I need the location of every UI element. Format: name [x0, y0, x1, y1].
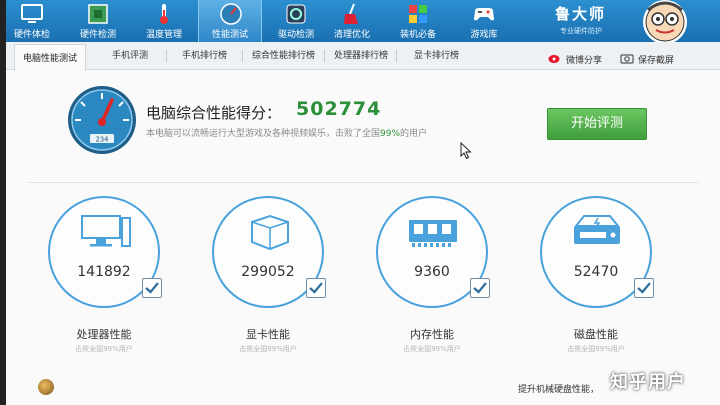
toolbar-item-performance-test[interactable]: 性能测试: [198, 0, 262, 42]
start-benchmark-button[interactable]: 开始评测: [547, 108, 647, 140]
speedometer-icon: [220, 3, 242, 25]
save-screenshot-link[interactable]: 保存截屏: [638, 53, 674, 66]
tab-gpu-ranking[interactable]: 显卡排行榜: [414, 48, 459, 61]
app-logo-icon[interactable]: [38, 379, 54, 395]
memory-chip-icon: [409, 220, 457, 247]
toolbar-item-cleanup[interactable]: 清理优化: [320, 0, 384, 42]
metric-card-gpu[interactable]: 299052 显卡性能 击败全国99%用户: [212, 196, 342, 366]
toolbar-item-game-library[interactable]: 游戏库: [452, 0, 516, 42]
toolbar-item-label: 驱动检测: [277, 30, 314, 40]
broom-icon: [344, 3, 358, 24]
section-divider: [28, 182, 698, 183]
toolbar-item-temperature[interactable]: 温度管理: [132, 0, 196, 42]
metric-name: 显卡性能: [246, 328, 290, 341]
gauge-reading: 234: [96, 136, 109, 144]
metric-card-memory[interactable]: 9360 内存性能 击败全国99%用户: [376, 196, 506, 366]
mascot-avatar-icon[interactable]: [636, 0, 694, 44]
metric-checkbox[interactable]: [470, 278, 490, 298]
toolbar-item-label: 游戏库: [470, 30, 498, 40]
checkmark-icon: [473, 282, 487, 294]
hard-disk-icon: [573, 215, 621, 244]
monitor-icon: [21, 4, 43, 23]
score-description-percent: 99%: [380, 129, 401, 139]
tab-pc-performance[interactable]: 电脑性能测试: [14, 44, 87, 71]
tab-phone-review[interactable]: 手机评测: [112, 48, 148, 61]
tab-bar: 电脑性能测试 手机评测 手机排行榜 综合性能排行榜 处理器排行榜 显卡排行榜 微…: [0, 42, 720, 71]
metric-name: 处理器性能: [76, 328, 132, 341]
metric-checkbox[interactable]: [634, 278, 654, 298]
metric-subtitle: 击败全国99%用户: [239, 345, 297, 353]
tab-separator: [242, 50, 243, 62]
brand-title: 鲁大师: [555, 5, 607, 23]
watermark: 知乎用户: [610, 372, 686, 393]
tab-separator: [396, 50, 397, 62]
top-toolbar: 硬件体检 硬件检测 温度管理 性能测试 驱动检测 清理优化 装机必备 游戏库 鲁…: [0, 0, 720, 44]
metric-checkbox[interactable]: [306, 278, 326, 298]
tab-separator: [324, 50, 325, 62]
checkmark-icon: [637, 282, 651, 294]
checkmark-icon: [309, 282, 323, 294]
toolbar-item-label: 装机必备: [399, 30, 436, 40]
brand-subtitle: 专业硬件防护: [560, 27, 602, 35]
metric-card-disk[interactable]: 52470 磁盘性能 击败全国99%用户: [540, 196, 670, 366]
total-score: 502774: [296, 98, 382, 120]
speedometer-gauge-icon: 234: [68, 86, 136, 154]
metric-subtitle: 击败全国99%用户: [403, 345, 461, 353]
score-description-prefix: 本电脑可以流畅运行大型游戏及各种视频娱乐，击败了全国: [146, 129, 381, 139]
bottom-tip-link[interactable]: 提升机械硬盘性能，: [518, 382, 599, 395]
monitor-bezel: [0, 0, 6, 405]
tab-overall-ranking[interactable]: 综合性能排行榜: [252, 48, 315, 61]
toolbar-item-label: 硬件体检: [13, 30, 50, 40]
cube-icon: [409, 5, 427, 23]
toolbar-item-label: 硬件检测: [79, 30, 116, 40]
toolbar-item-label: 清理优化: [333, 30, 370, 40]
gpu-cube-icon: [251, 214, 289, 251]
toolbar-item-hardware-detect[interactable]: 硬件检测: [66, 0, 130, 42]
camera-icon[interactable]: [620, 52, 634, 64]
thermometer-icon: [160, 4, 168, 24]
metric-name: 磁盘性能: [574, 328, 618, 341]
app-window: 硬件体检 硬件检测 温度管理 性能测试 驱动检测 清理优化 装机必备 游戏库 鲁…: [0, 0, 720, 405]
gear-box-icon: [286, 4, 306, 24]
tab-cpu-ranking[interactable]: 处理器排行榜: [334, 48, 388, 61]
weibo-icon[interactable]: [548, 52, 562, 64]
cpu-monitor-icon: [81, 215, 131, 247]
toolbar-item-hardware-check[interactable]: 硬件体检: [0, 0, 64, 42]
tab-separator: [166, 50, 167, 62]
toolbar-item-driver-check[interactable]: 驱动检测: [264, 0, 328, 42]
metric-subtitle: 击败全国99%用户: [75, 345, 133, 353]
mouse-cursor-icon: [460, 142, 472, 160]
metric-subtitle: 击败全国99%用户: [567, 345, 625, 353]
checkmark-icon: [145, 282, 159, 294]
gamepad-icon: [474, 8, 494, 21]
toolbar-item-essentials[interactable]: 装机必备: [386, 0, 450, 42]
score-description: 本电脑可以流畅运行大型游戏及各种视频娱乐，击败了全国99%的用户: [146, 126, 427, 139]
tab-phone-ranking[interactable]: 手机排行榜: [182, 48, 227, 61]
score-description-suffix: 的用户: [400, 129, 428, 139]
toolbar-item-label: 温度管理: [145, 30, 182, 40]
metric-card-cpu[interactable]: 141892 处理器性能 击败全国99%用户: [48, 196, 178, 366]
metric-name: 内存性能: [410, 328, 454, 341]
metric-checkbox[interactable]: [142, 278, 162, 298]
circuit-board-icon: [88, 4, 108, 24]
toolbar-item-label: 性能测试: [211, 30, 248, 40]
score-title: 电脑综合性能得分：: [146, 104, 282, 122]
weibo-share-link[interactable]: 微博分享: [566, 53, 602, 66]
